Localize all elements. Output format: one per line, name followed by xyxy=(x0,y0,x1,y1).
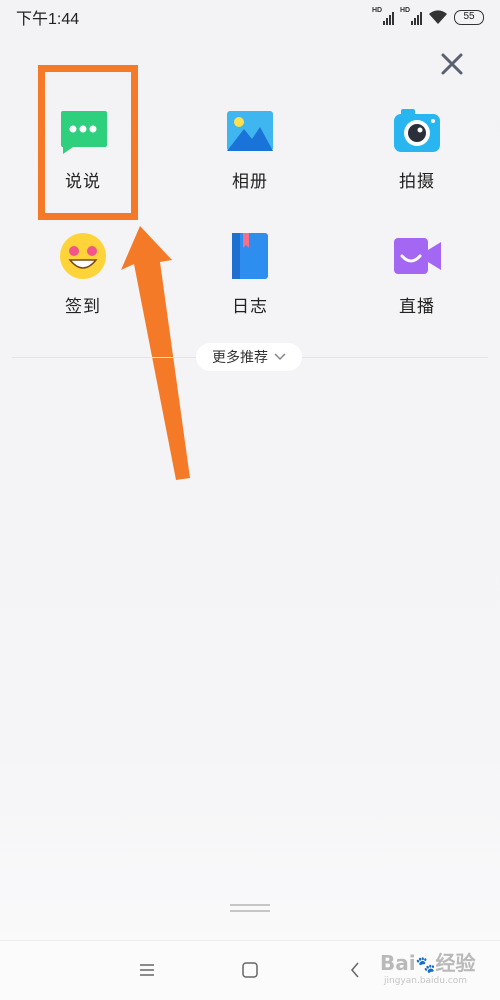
watermark-sub: jingyan.baidu.com xyxy=(384,976,468,986)
drag-handle[interactable] xyxy=(230,904,270,914)
home-square-icon xyxy=(242,962,258,978)
back-button[interactable] xyxy=(344,959,366,981)
back-chevron-icon xyxy=(351,962,359,978)
more-label: 更多推荐 xyxy=(212,349,268,365)
chevron-down-icon xyxy=(274,353,286,361)
annotation-arrow xyxy=(121,226,190,480)
watermark: Bai🐾经验 jingyan.baidu.com xyxy=(380,951,476,986)
menu-button[interactable] xyxy=(136,959,158,981)
menu-icon xyxy=(140,964,154,976)
home-button[interactable] xyxy=(239,959,261,981)
more-recommend-button[interactable]: 更多推荐 xyxy=(196,343,302,371)
watermark-main2: 经验 xyxy=(435,951,476,975)
watermark-main: Bai xyxy=(380,951,416,975)
